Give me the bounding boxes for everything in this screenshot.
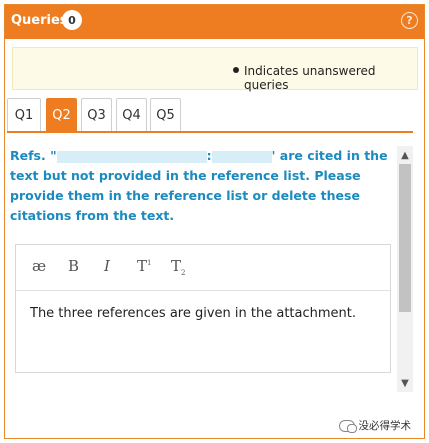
scroll-down-icon[interactable]: ▼	[397, 376, 413, 390]
editor-toolbar: æ B I T1 T2	[16, 245, 390, 291]
answer-editor[interactable]: æ B I T1 T2 The three references are giv…	[15, 244, 391, 373]
tab-q5[interactable]: Q5	[150, 98, 181, 131]
query-text-prefix: Refs. "	[10, 148, 57, 163]
italic-button[interactable]: I	[104, 257, 110, 275]
subscript-button[interactable]: T2	[171, 257, 185, 277]
scroll-thumb[interactable]	[399, 164, 411, 312]
wechat-icon	[338, 419, 357, 433]
queries-title: Queries	[11, 13, 68, 28]
tab-q2[interactable]: Q2	[46, 98, 77, 131]
redacted-reference-2	[211, 150, 272, 163]
answer-text[interactable]: The three references are given in the at…	[30, 306, 356, 321]
queries-header: Queries 0 ?	[5, 5, 424, 39]
bullet-icon	[233, 67, 239, 73]
subscript-base: T	[171, 257, 182, 275]
scroll-up-icon[interactable]: ▲	[397, 148, 413, 162]
subscript-mark: 2	[181, 269, 186, 277]
superscript-button[interactable]: T1	[137, 257, 151, 275]
tab-q3[interactable]: Q3	[81, 98, 112, 131]
tab-underline	[7, 131, 413, 133]
watermark-text: 没必得学术	[358, 420, 412, 432]
superscript-mark: 1	[147, 259, 152, 267]
redacted-reference	[56, 150, 207, 163]
watermark: 没必得学术	[338, 418, 412, 433]
special-character-button[interactable]: æ	[32, 257, 46, 275]
tab-q1[interactable]: Q1	[7, 98, 41, 131]
superscript-base: T	[137, 257, 148, 275]
legend-text: Indicates unanswered queries	[244, 64, 376, 92]
unanswered-legend: Indicates unanswered queries	[12, 47, 418, 92]
bold-button[interactable]: B	[68, 257, 79, 275]
content-scrollbar[interactable]: ▲ ▼	[397, 146, 413, 392]
query-text: Refs. ": ' are cited in the text but not …	[10, 146, 394, 226]
query-count-badge: 0	[62, 10, 82, 30]
tab-q4[interactable]: Q4	[116, 98, 147, 131]
query-content: Refs. ": ' are cited in the text but not …	[7, 142, 394, 392]
help-icon[interactable]: ?	[401, 12, 418, 29]
